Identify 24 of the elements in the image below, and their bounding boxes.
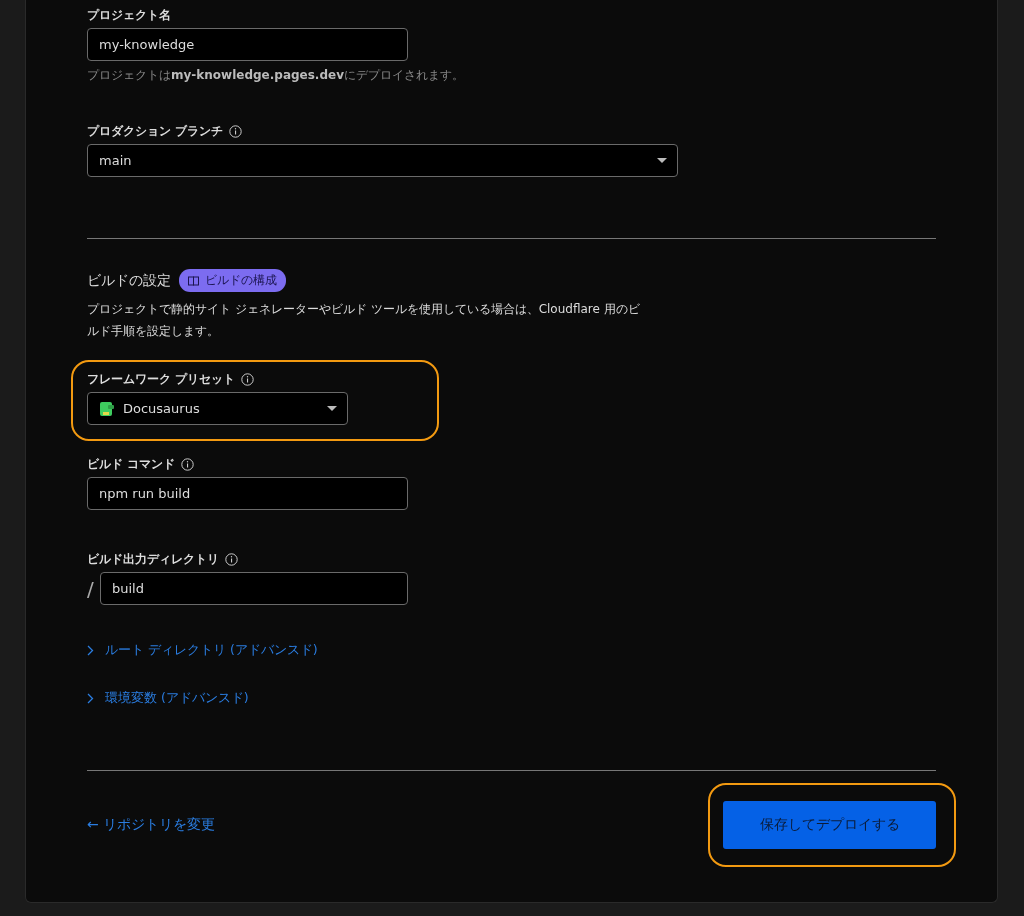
info-icon[interactable] — [181, 457, 195, 471]
path-prefix: / — [87, 576, 95, 601]
section-heading: ビルドの設定 — [87, 271, 171, 290]
hint-text: プロジェクトはmy-knowledge.pages.devにデプロイされます。 — [87, 67, 464, 84]
caret-icon — [327, 406, 337, 411]
build-command-field[interactable]: npm run build — [87, 477, 408, 510]
field-label: ビルド コマンド — [87, 456, 176, 473]
advanced-toggle[interactable]: ルート ディレクトリ (アドバンスド) — [87, 642, 318, 659]
output-directory-field[interactable]: build — [100, 572, 408, 605]
docs-badge[interactable]: ビルドの構成 — [179, 269, 286, 292]
caret-icon — [657, 158, 667, 163]
info-icon[interactable] — [225, 552, 238, 566]
description-text: プロジェクトで静的サイト ジェネレーターやビルド ツールを使用している場合は、Cloudflare 用のビルド手順を設定します。 — [87, 301, 641, 340]
field-label: プロダクション ブランチ — [87, 123, 224, 140]
change-repository-link[interactable]: ← リポジトリを変更 — [87, 816, 216, 834]
field-label: ビルド出力ディレクトリ — [87, 551, 219, 568]
branch-select[interactable]: main — [87, 144, 678, 177]
project-name-field[interactable]: my-knowledge — [87, 28, 408, 61]
field-label: フレームワーク プリセット — [87, 371, 236, 388]
field-label: プロジェクト名 — [87, 7, 171, 24]
framework-select[interactable]: Docusaurus — [87, 392, 348, 425]
info-icon[interactable] — [241, 372, 255, 386]
advanced-toggle[interactable]: 環境変数 (アドバンスド) — [87, 690, 249, 707]
info-icon[interactable] — [229, 124, 243, 138]
